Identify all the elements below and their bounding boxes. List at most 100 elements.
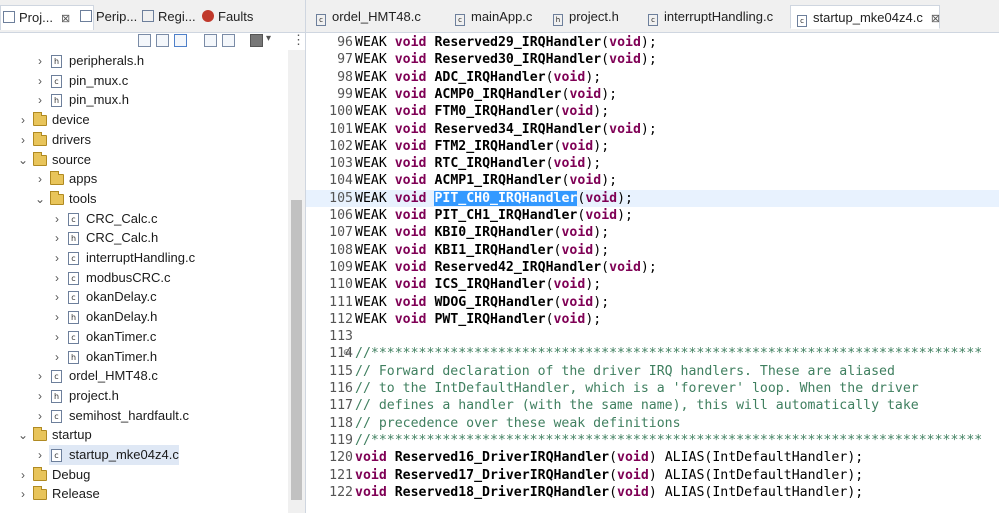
code-line[interactable]: 117// defines a handler (with the same n… [306, 397, 999, 414]
chevron-right-icon[interactable]: › [18, 110, 28, 130]
filter-icon[interactable] [174, 34, 187, 47]
tree-item[interactable]: › h peripherals.h [0, 51, 288, 71]
code-line[interactable]: 110 WEAK void ICS_IRQHandler(void); [306, 276, 999, 293]
tree-item[interactable]: › c semihost_hardfault.c [0, 406, 288, 426]
code-line[interactable]: 113 [306, 328, 999, 345]
code-line[interactable]: 102 WEAK void FTM2_IRQHandler(void); [306, 138, 999, 155]
sync-icon[interactable] [222, 34, 235, 47]
code-line[interactable]: 107 WEAK void KBI0_IRQHandler(void); [306, 224, 999, 241]
close-icon[interactable]: ⊠ [931, 13, 940, 25]
editor-tab-3[interactable]: c interruptHandling.c [642, 5, 788, 29]
link-with-editor-icon[interactable] [156, 34, 169, 47]
tree-item[interactable]: › Release [0, 484, 288, 504]
chevron-right-icon[interactable]: › [35, 386, 45, 406]
chevron-right-icon[interactable]: › [35, 366, 45, 386]
view-menu-chevron-icon[interactable]: ▾ [266, 33, 271, 44]
chevron-right-icon[interactable]: › [35, 169, 45, 189]
tree-item[interactable]: › c okanTimer.c [0, 327, 288, 347]
tree-item[interactable]: › h okanTimer.h [0, 347, 288, 367]
chevron-down-icon[interactable]: ⌄ [18, 150, 28, 170]
stop-icon[interactable] [250, 34, 263, 47]
code-line[interactable]: 119//***********************************… [306, 432, 999, 449]
editor-tab-0[interactable]: c ordel_HMT48.c [310, 5, 447, 29]
code-line[interactable]: 99 WEAK void ACMP0_IRQHandler(void); [306, 86, 999, 103]
collapse-all-icon[interactable] [138, 34, 151, 47]
chevron-right-icon[interactable]: › [52, 307, 62, 327]
tree-item[interactable]: › drivers [0, 130, 288, 150]
chevron-right-icon[interactable]: › [52, 327, 62, 347]
code-line[interactable]: 122 void Reserved18_DriverIRQHandler(void… [306, 484, 999, 501]
tree-item[interactable]: › c ordel_HMT48.c [0, 366, 288, 386]
chevron-right-icon[interactable]: › [18, 130, 28, 150]
void-keyword: void [394, 52, 427, 68]
chevron-right-icon[interactable]: › [18, 465, 28, 485]
chevron-right-icon[interactable]: › [35, 445, 45, 465]
editor-tab-4[interactable]: c startup_mke04z4.c ⊠ [790, 5, 940, 29]
line-number: 116 [329, 381, 353, 396]
code-line[interactable]: 118// precedence over these weak definit… [306, 415, 999, 432]
code-line[interactable]: 105 WEAK void PIT_CH0_IRQHandler(void); [306, 189, 999, 207]
tree-item[interactable]: ⌄ tools [0, 189, 288, 209]
chevron-down-icon[interactable]: ⌄ [35, 189, 45, 209]
chevron-right-icon[interactable]: › [18, 484, 28, 504]
tree-scrollbar-thumb[interactable] [291, 200, 302, 500]
fold-toggle-icon[interactable]: ⊖ [343, 349, 351, 358]
code-line[interactable]: 101 WEAK void Reserved34_IRQHandler(void)… [306, 121, 999, 138]
folder-icon [33, 151, 47, 166]
tree-item[interactable]: › c modbusCRC.c [0, 268, 288, 288]
tree-item[interactable]: › c pin_mux.c [0, 71, 288, 91]
more-options-icon[interactable]: ⋮ [292, 32, 305, 48]
chevron-right-icon[interactable]: › [35, 406, 45, 426]
tree-item[interactable]: › h project.h [0, 386, 288, 406]
tree-item[interactable]: › h pin_mux.h [0, 90, 288, 110]
code-line[interactable]: 103 WEAK void RTC_IRQHandler(void); [306, 155, 999, 172]
tree-scrollbar[interactable] [288, 50, 305, 513]
code-line[interactable]: 114 ⊖//**********************************… [306, 345, 999, 362]
code-line[interactable]: 111 WEAK void WDOG_IRQHandler(void); [306, 294, 999, 311]
chevron-right-icon[interactable]: › [35, 51, 45, 71]
left-tab-3[interactable]: Faults [200, 5, 262, 29]
left-tab-2[interactable]: Regi... [140, 5, 200, 29]
chevron-right-icon[interactable]: › [52, 287, 62, 307]
chevron-down-icon[interactable]: ⌄ [18, 425, 28, 445]
code-line[interactable]: 112 WEAK void PWT_IRQHandler(void); [306, 311, 999, 328]
code-line[interactable]: 100 WEAK void FTM0_IRQHandler(void); [306, 103, 999, 120]
code-line[interactable]: 98 WEAK void ADC_IRQHandler(void); [306, 69, 999, 86]
code-line[interactable]: 116// to the IntDefaultHandler, which is… [306, 380, 999, 397]
chevron-right-icon[interactable]: › [52, 228, 62, 248]
tree-item[interactable]: › c okanDelay.c [0, 287, 288, 307]
code-line[interactable]: 106 WEAK void PIT_CH1_IRQHandler(void); [306, 207, 999, 224]
code-line[interactable]: 115// Forward declaration of the driver … [306, 363, 999, 380]
code-line[interactable]: 120 void Reserved16_DriverIRQHandler(void… [306, 449, 999, 466]
tree-item[interactable]: › c startup_mke04z4.c [38, 445, 179, 465]
code-text: WEAK void Reserved30_IRQHandler(void); [355, 51, 657, 68]
tree-item[interactable]: › c CRC_Calc.c [0, 209, 288, 229]
tree-item[interactable]: ⌄ source [0, 150, 288, 170]
close-icon[interactable]: ⊠ [61, 13, 70, 25]
code-line[interactable]: 96 WEAK void Reserved29_IRQHandler(void); [306, 34, 999, 51]
code-line[interactable]: 97 WEAK void Reserved30_IRQHandler(void); [306, 51, 999, 68]
chevron-right-icon[interactable]: › [35, 71, 45, 91]
void-keyword: void [617, 467, 649, 483]
chevron-right-icon[interactable]: › [52, 248, 62, 268]
code-line[interactable]: 109 WEAK void Reserved42_IRQHandler(void)… [306, 259, 999, 276]
code-line[interactable]: 121 void Reserved17_DriverIRQHandler(void… [306, 467, 999, 484]
chevron-right-icon[interactable]: › [52, 347, 62, 367]
chevron-right-icon[interactable]: › [35, 90, 45, 110]
tree-item[interactable]: › c interruptHandling.c [0, 248, 288, 268]
tree-item[interactable]: › apps [0, 169, 288, 189]
tree-item[interactable]: › h okanDelay.h [0, 307, 288, 327]
code-line[interactable]: 108 WEAK void KBI1_IRQHandler(void); [306, 242, 999, 259]
chevron-right-icon[interactable]: › [52, 209, 62, 229]
tree-item[interactable]: › Debug [0, 465, 288, 485]
chevron-right-icon[interactable]: › [52, 268, 62, 288]
new-project-icon[interactable] [204, 34, 217, 47]
code-editor[interactable]: 96 WEAK void Reserved29_IRQHandler(void);… [306, 33, 999, 513]
editor-tab-1[interactable]: c mainApp.c [449, 5, 545, 29]
code-line[interactable]: 104 WEAK void ACMP1_IRQHandler(void); [306, 172, 999, 189]
tree-item[interactable]: ⌄ startup [0, 425, 288, 445]
editor-tab-2[interactable]: h project.h [547, 5, 640, 29]
left-tab-1[interactable]: Perip... [78, 5, 140, 29]
tree-item[interactable]: › device [0, 110, 288, 130]
tree-item[interactable]: › h CRC_Calc.h [0, 228, 288, 248]
